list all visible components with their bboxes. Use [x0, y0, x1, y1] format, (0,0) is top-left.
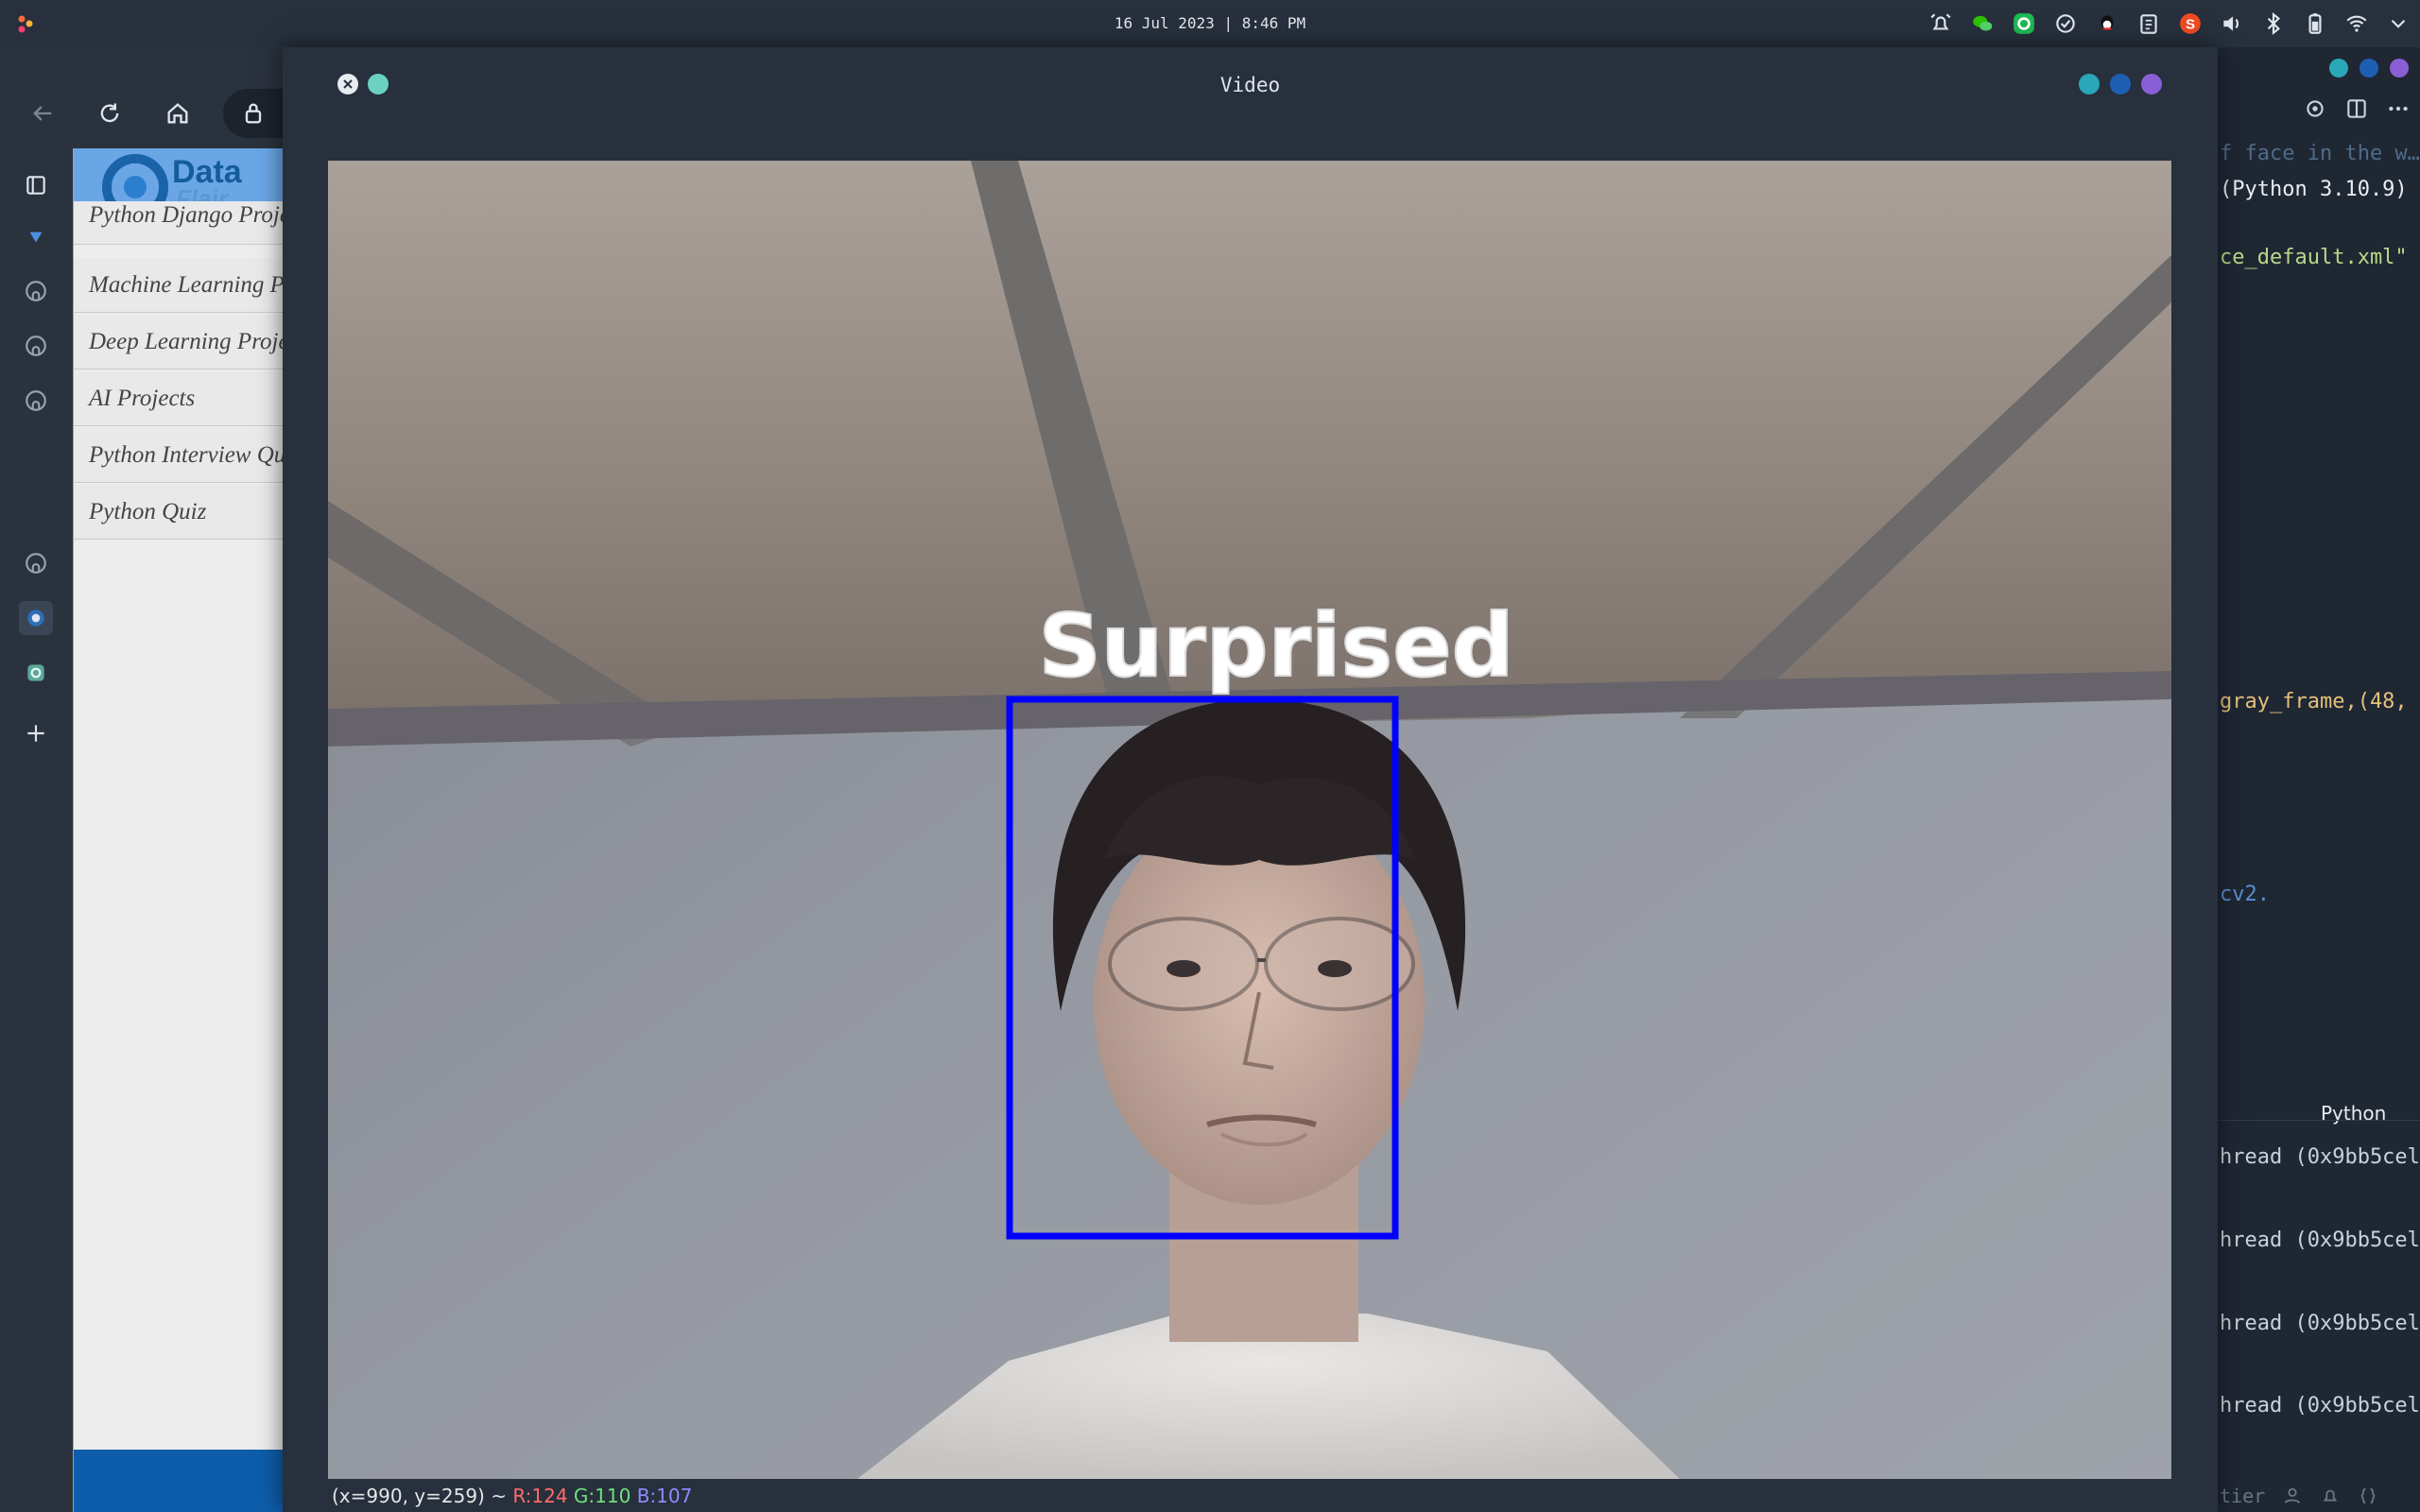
output-line: hread (0x9bb5cel [2220, 1312, 2420, 1335]
window-dot[interactable] [2329, 59, 2348, 77]
nav-item[interactable]: Machine Learning Projects [74, 258, 285, 313]
language-label: Python [2321, 1102, 2387, 1125]
nav-item[interactable]: Python Quiz [74, 485, 285, 540]
home-icon[interactable] [161, 96, 195, 130]
chatgpt-icon[interactable] [19, 656, 53, 690]
address-bar[interactable] [223, 89, 284, 138]
video-window: Video Surprised (x=990, y=259) ~ R:124 G… [283, 47, 2218, 1512]
nav-item[interactable]: Python Django Projects [74, 201, 285, 245]
status-text: tier [2220, 1484, 2266, 1507]
code-line: gray_frame,(48, [2220, 690, 2408, 713]
green-value: G:110 [573, 1485, 631, 1507]
camera-image: Surprised [328, 161, 2171, 1479]
dataflair-icon[interactable] [19, 601, 53, 635]
bell-icon[interactable] [2320, 1486, 2341, 1506]
github-icon[interactable] [19, 274, 53, 308]
editor-toolbar [2303, 96, 2411, 121]
clipboard-icon[interactable] [2135, 9, 2163, 38]
code-line: f face in the w… [2220, 142, 2420, 165]
sogou-letter: S [2186, 16, 2195, 32]
window-dot[interactable] [2110, 74, 2131, 94]
nav-item[interactable]: Deep Learning Projects [74, 315, 285, 369]
check-circle-icon[interactable] [2051, 9, 2080, 38]
video-titlebar[interactable]: Video [283, 47, 2218, 123]
github-icon[interactable] [19, 329, 53, 363]
reload-icon[interactable] [93, 96, 127, 130]
github-icon[interactable] [19, 546, 53, 580]
output-line: hread (0x9bb5cel [2220, 1145, 2420, 1169]
editor-statusbar: tier [2212, 1479, 2420, 1512]
split-editor-icon[interactable] [2344, 96, 2369, 121]
lock-icon [245, 103, 262, 124]
web-page: Data Flair Python Django Projects Machin… [73, 148, 285, 1512]
system-tray: S [1927, 8, 2412, 40]
browser-sidebar [0, 161, 72, 1512]
account-icon[interactable] [2282, 1486, 2303, 1506]
editor-window-controls [2329, 59, 2409, 77]
pixel-info-bar: (x=990, y=259) ~ R:124 G:110 B:107 [332, 1482, 692, 1510]
system-menubar: 16 Jul 2023 | 8:46 PM S [0, 0, 2420, 47]
window-title: Video [1219, 74, 1281, 96]
nav-item[interactable]: AI Projects [74, 371, 285, 426]
more-icon[interactable] [2386, 96, 2411, 121]
red-value: R:124 [512, 1485, 568, 1507]
code-line: cv2. [2220, 883, 2270, 906]
qq-icon[interactable] [2093, 9, 2121, 38]
sogou-icon[interactable]: S [2176, 9, 2204, 38]
output-line: hread (0x9bb5cel [2220, 1394, 2420, 1418]
window-dot[interactable] [2360, 59, 2378, 77]
back-icon[interactable] [26, 96, 60, 130]
green-app-icon[interactable] [2010, 9, 2038, 38]
chevron-down-icon[interactable] [2384, 9, 2412, 38]
window-dot[interactable] [2390, 59, 2409, 77]
bluetooth-icon[interactable] [2259, 9, 2288, 38]
nav-item[interactable]: Python Interview Questions [74, 428, 285, 483]
blue-value: B:107 [636, 1485, 693, 1507]
alarm-icon[interactable] [1927, 9, 1955, 38]
output-divider [2212, 1120, 2420, 1121]
output-line: hread (0x9bb5cel [2220, 1228, 2420, 1252]
code-line: ce_default.xml" [2220, 246, 2408, 269]
battery-icon[interactable] [2301, 9, 2329, 38]
code-line: (Python 3.10.9) [2220, 178, 2408, 201]
plus-icon[interactable] [19, 716, 53, 750]
volume-icon[interactable] [2218, 9, 2246, 38]
gear-icon[interactable] [2303, 96, 2327, 121]
site-footer [74, 1450, 285, 1512]
browser-toolbar [0, 47, 284, 161]
webcam-frame[interactable]: Surprised [328, 161, 2171, 1479]
wechat-icon[interactable] [1968, 9, 1996, 38]
cursor-coords: (x=990, y=259) ~ [332, 1485, 507, 1507]
window-dot[interactable] [2141, 74, 2162, 94]
window-dot[interactable] [2079, 74, 2100, 94]
github-icon[interactable] [19, 384, 53, 418]
emotion-label: Surprised [1039, 595, 1514, 696]
code-editor: f face in the w… (Python 3.10.9) ce_defa… [2212, 47, 2420, 1512]
wifi-icon[interactable] [2342, 9, 2371, 38]
braces-icon[interactable] [2358, 1486, 2378, 1506]
tabs-icon[interactable] [19, 168, 53, 202]
gem-icon[interactable] [19, 219, 53, 253]
